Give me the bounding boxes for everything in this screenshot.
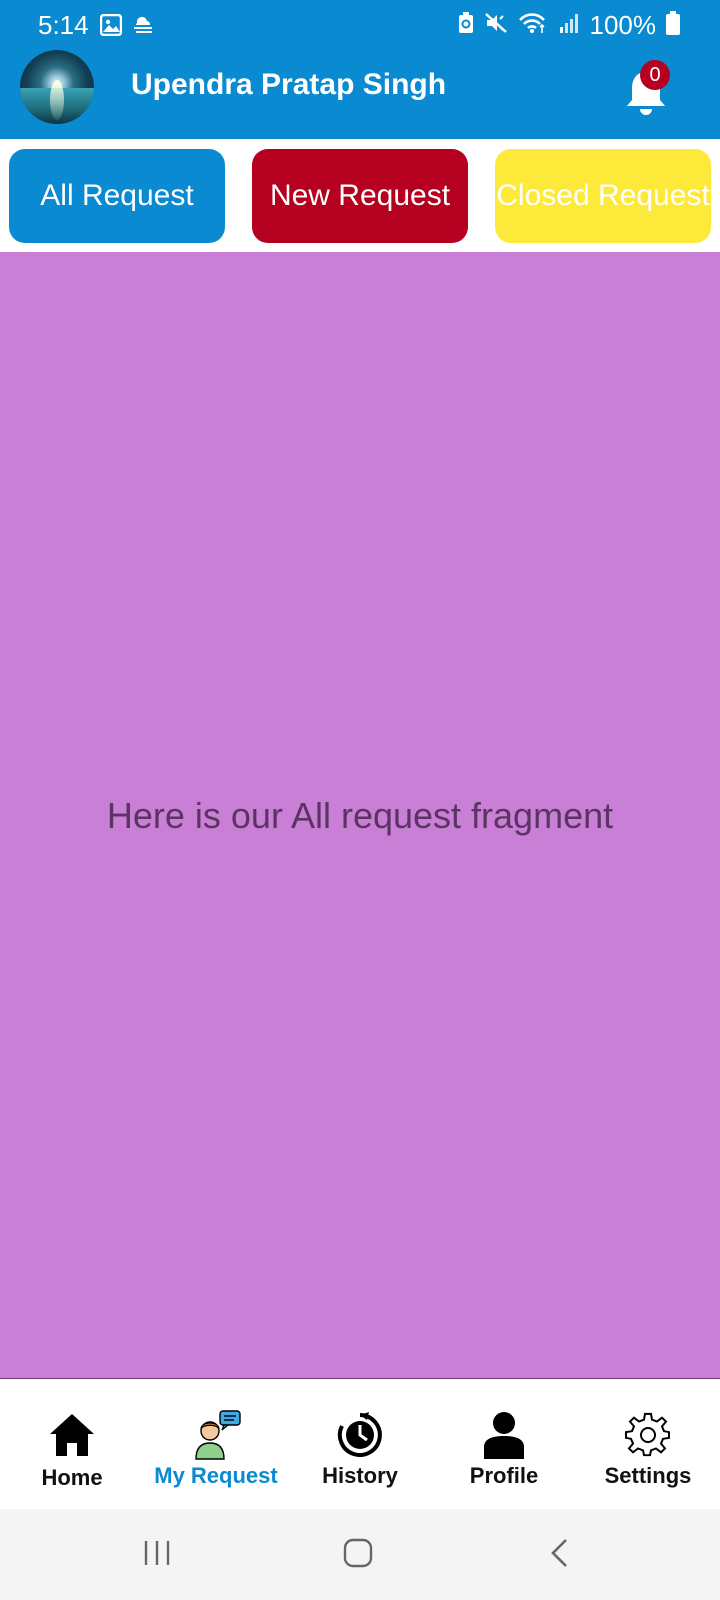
nav-label-settings: Settings bbox=[604, 1463, 692, 1488]
request-fragment-container: Here is our All request fragment bbox=[0, 252, 720, 1378]
nav-label-home: Home bbox=[41, 1465, 103, 1490]
weather-fog-icon bbox=[132, 14, 154, 41]
recents-icon[interactable] bbox=[127, 1531, 187, 1575]
nav-item-home[interactable]: Home bbox=[0, 1379, 144, 1510]
signal-icon bbox=[558, 12, 580, 39]
nav-label-my-request: My Request bbox=[154, 1463, 278, 1488]
avatar-glare bbox=[50, 80, 64, 120]
nav-item-my-request[interactable]: My Request bbox=[144, 1379, 288, 1510]
all-request-button[interactable]: All Request bbox=[9, 149, 225, 243]
status-time: 5:14 bbox=[38, 10, 89, 40]
gear-icon bbox=[576, 1409, 720, 1461]
nav-item-history[interactable]: History bbox=[288, 1379, 432, 1510]
nav-label-profile: Profile bbox=[469, 1463, 539, 1488]
back-icon[interactable] bbox=[531, 1531, 591, 1575]
app-header: Upendra Pratap Singh 0 bbox=[0, 50, 720, 139]
nav-item-profile[interactable]: Profile bbox=[432, 1379, 576, 1510]
status-right-icons: 100% bbox=[458, 10, 680, 41]
user-name: Upendra Pratap Singh bbox=[131, 68, 447, 101]
new-request-button[interactable]: New Request bbox=[252, 149, 468, 243]
image-icon bbox=[99, 13, 123, 41]
home-circle-icon[interactable] bbox=[328, 1531, 388, 1575]
battery-percent: 100% bbox=[589, 10, 657, 40]
support-agent-icon bbox=[144, 1409, 288, 1461]
fragment-placeholder-text: Here is our All request fragment bbox=[106, 795, 614, 836]
request-filter-tabs: All Request New Request Closed Request bbox=[0, 139, 720, 252]
home-icon bbox=[0, 1409, 144, 1461]
nav-label-history: History bbox=[322, 1463, 398, 1488]
closed-request-button[interactable]: Closed Request bbox=[495, 149, 711, 243]
avatar[interactable] bbox=[20, 50, 94, 124]
bottom-navigation: Home My Request History Profile Settings bbox=[0, 1378, 720, 1509]
profile-icon bbox=[432, 1409, 576, 1461]
status-left-icons bbox=[99, 13, 154, 41]
nav-item-settings[interactable]: Settings bbox=[576, 1379, 720, 1510]
status-bar: 5:14 100% bbox=[0, 0, 720, 50]
battery-icon bbox=[666, 11, 680, 40]
notification-badge: 0 bbox=[640, 60, 670, 90]
system-navigation-bar bbox=[0, 1509, 720, 1600]
battery-saver-icon bbox=[458, 12, 474, 39]
history-icon bbox=[288, 1409, 432, 1461]
mute-icon bbox=[484, 12, 508, 39]
wifi-icon bbox=[518, 12, 548, 39]
app-top-bar: 5:14 100% Upendra Pratap Singh 0 bbox=[0, 0, 720, 139]
